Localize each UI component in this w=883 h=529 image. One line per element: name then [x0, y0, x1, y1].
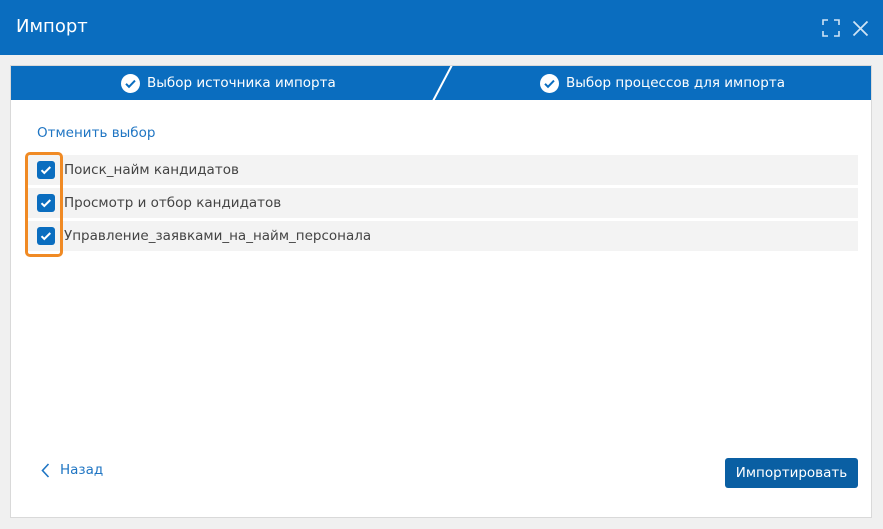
chevron-left-icon [41, 462, 50, 478]
import-button[interactable]: Импортировать [725, 458, 858, 488]
check-circle-icon [121, 73, 140, 93]
import-dialog: Импорт Выбор источника импорта Выбор про… [0, 0, 883, 529]
step-divider [432, 66, 453, 100]
list-item[interactable]: Просмотр и отбор кандидатов [26, 188, 858, 218]
checkmark-icon [40, 232, 52, 241]
back-label: Назад [60, 462, 104, 478]
process-list: Поиск_найм кандидатов Просмотр и отбор к… [26, 155, 858, 254]
process-label: Управление_заявками_на_найм_персонала [64, 228, 372, 244]
step-source[interactable]: Выбор источника импорта [121, 66, 336, 100]
list-item[interactable]: Управление_заявками_на_найм_персонала [26, 221, 858, 251]
dialog-content: Выбор источника импорта Выбор процессов … [10, 65, 872, 518]
check-circle-icon [540, 73, 559, 93]
checkmark-icon [40, 166, 52, 175]
deselect-all-link[interactable]: Отменить выбор [37, 124, 155, 142]
wizard-steps: Выбор источника импорта Выбор процессов … [11, 66, 871, 100]
process-label: Просмотр и отбор кандидатов [64, 195, 282, 211]
checkmark-icon [40, 199, 52, 208]
process-checkbox[interactable] [37, 161, 55, 179]
step-processes[interactable]: Выбор процессов для импорта [540, 66, 785, 100]
process-label: Поиск_найм кандидатов [64, 162, 239, 178]
expand-icon[interactable] [822, 19, 840, 37]
step-label: Выбор процессов для импорта [566, 75, 785, 91]
process-checkbox[interactable] [37, 227, 55, 245]
dialog-titlebar: Импорт [0, 0, 883, 55]
list-item[interactable]: Поиск_найм кандидатов [26, 155, 858, 185]
process-checkbox[interactable] [37, 194, 55, 212]
back-button[interactable]: Назад [41, 462, 103, 478]
dialog-title: Импорт [16, 16, 88, 37]
close-icon[interactable] [852, 20, 869, 37]
titlebar-controls [822, 18, 869, 38]
step-label: Выбор источника импорта [147, 75, 336, 91]
